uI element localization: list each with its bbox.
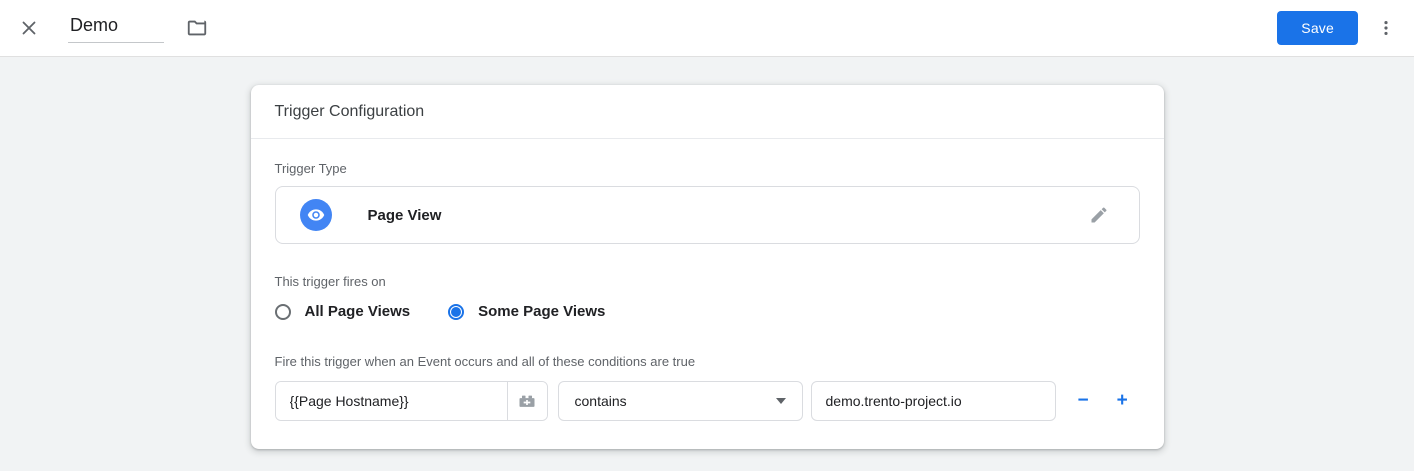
conditions-label: Fire this trigger when an Event occurs a… (275, 354, 1140, 369)
close-icon (18, 17, 40, 39)
card-title: Trigger Configuration (251, 85, 1164, 139)
more-options-button[interactable] (1372, 14, 1400, 42)
condition-operator-select[interactable]: contains (558, 381, 803, 421)
trigger-name-input[interactable] (68, 13, 164, 43)
condition-operator-value: contains (575, 393, 627, 409)
radio-all-page-views[interactable]: All Page Views (275, 303, 411, 320)
top-bar: Save (0, 0, 1414, 57)
condition-variable-field (275, 381, 548, 421)
fires-on-section: This trigger fires on All Page Views Som… (275, 274, 1140, 320)
radio-selected-icon (448, 304, 464, 320)
fires-on-options: All Page Views Some Page Views (275, 303, 1140, 320)
conditions-section: Fire this trigger when an Event occurs a… (275, 354, 1140, 421)
chevron-down-icon (776, 398, 786, 404)
radio-unselected-icon (275, 304, 291, 320)
folder-icon (186, 17, 208, 39)
card-body: Trigger Type Page View This trigger fire… (251, 139, 1164, 449)
eye-icon (300, 199, 332, 231)
variable-picker-button[interactable] (507, 382, 547, 420)
condition-row: contains − + (275, 381, 1140, 421)
pencil-icon (1089, 205, 1109, 225)
trigger-type-value: Page View (368, 207, 442, 224)
fires-on-label: This trigger fires on (275, 274, 1140, 289)
radio-some-page-views[interactable]: Some Page Views (448, 303, 605, 320)
trigger-type-label: Trigger Type (275, 161, 1140, 176)
radio-all-page-views-label: All Page Views (305, 303, 411, 320)
close-button[interactable] (14, 13, 44, 43)
edit-trigger-button[interactable] (1085, 201, 1113, 229)
save-button[interactable]: Save (1277, 11, 1358, 45)
trigger-type-box[interactable]: Page View (275, 186, 1140, 244)
add-condition-button[interactable]: + (1111, 386, 1134, 416)
condition-value-input[interactable] (811, 381, 1056, 421)
condition-variable-input[interactable] (276, 382, 507, 420)
trigger-configuration-card: Trigger Configuration Trigger Type Page … (251, 85, 1164, 449)
variable-brick-icon (517, 391, 537, 411)
folder-button[interactable] (182, 13, 212, 43)
remove-condition-button[interactable]: − (1072, 386, 1095, 416)
radio-some-page-views-label: Some Page Views (478, 303, 605, 320)
kebab-menu-icon (1376, 18, 1396, 38)
